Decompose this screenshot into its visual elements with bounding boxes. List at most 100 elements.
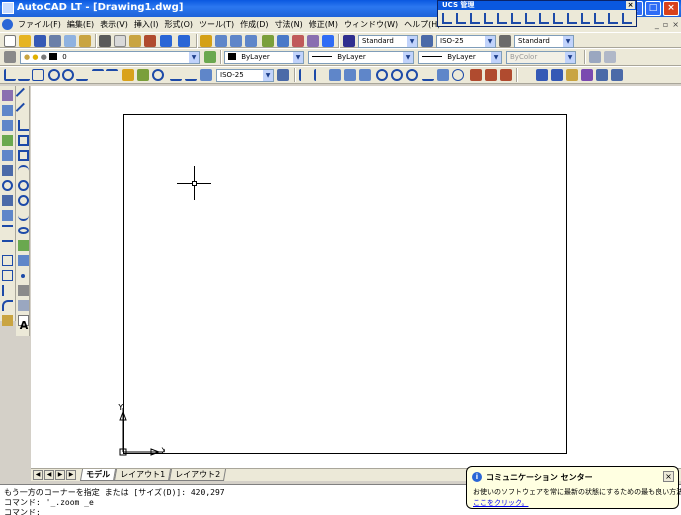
ucs-world-icon[interactable]	[455, 13, 466, 24]
menu-view[interactable]: 表示(V)	[97, 19, 131, 30]
stretch-tool-icon[interactable]	[2, 210, 13, 221]
paste-icon[interactable]	[129, 35, 141, 47]
ucs-origin-icon[interactable]	[525, 13, 536, 24]
xline-icon[interactable]	[344, 69, 356, 81]
save-icon[interactable]	[34, 35, 46, 47]
copy-tool-icon[interactable]	[2, 105, 13, 116]
osnap-settings-icon[interactable]	[500, 69, 512, 81]
doc-close-button[interactable]: ×	[672, 20, 679, 29]
polyline-tool-icon[interactable]	[18, 120, 29, 131]
next-tab-button[interactable]: ▶	[55, 470, 65, 480]
center-mark-icon[interactable]	[152, 69, 164, 81]
viewport-single-icon[interactable]	[604, 51, 616, 63]
ucs-3point-icon[interactable]	[552, 13, 563, 24]
dimension-style-dropdown[interactable]: ISO-25 ▼	[216, 69, 274, 82]
layer-dropdown[interactable]: ● ● ● 0 ▼	[20, 51, 200, 64]
line-tool-icon[interactable]	[15, 87, 32, 104]
break-tool-icon[interactable]	[2, 255, 13, 266]
ucs-previous-icon[interactable]	[469, 13, 480, 24]
spline-tool-icon[interactable]	[18, 210, 29, 221]
close-button[interactable]: ×	[663, 1, 679, 16]
table-style-dropdown[interactable]: Standard ▼	[514, 35, 574, 48]
region-tool-icon[interactable]	[18, 300, 29, 311]
snap-nearest-icon[interactable]	[470, 69, 482, 81]
new-icon[interactable]	[4, 35, 16, 47]
mirror-tool-icon[interactable]	[2, 120, 13, 131]
zoom-window-icon[interactable]	[230, 35, 242, 47]
construction-line-icon[interactable]	[15, 102, 32, 119]
erase-icon[interactable]	[359, 69, 371, 81]
polygon-tool-icon[interactable]	[18, 135, 29, 146]
menu-window[interactable]: ウィンドウ(W)	[341, 19, 401, 30]
linear-dimension-icon[interactable]	[4, 69, 16, 81]
dimension-edit-icon[interactable]	[170, 69, 182, 81]
doc-minimize-button[interactable]: _	[655, 20, 659, 29]
properties-icon[interactable]	[262, 35, 274, 47]
print-icon[interactable]	[49, 35, 61, 47]
offset-tool-icon[interactable]	[2, 135, 13, 146]
text-convert-icon[interactable]	[611, 69, 623, 81]
redo-icon[interactable]	[178, 35, 190, 47]
erase-tool-icon[interactable]	[2, 90, 13, 101]
balloon-link[interactable]: ここをクリック。	[473, 498, 528, 508]
hatch-tool-icon[interactable]	[18, 285, 29, 296]
design-center-icon[interactable]	[277, 35, 289, 47]
document-icon[interactable]	[2, 19, 13, 30]
pan-icon[interactable]	[200, 35, 212, 47]
radius-dimension-icon[interactable]	[48, 69, 60, 81]
arc-length-icon[interactable]	[32, 69, 44, 81]
trim-tool-icon[interactable]	[2, 225, 13, 236]
match-properties-icon[interactable]	[144, 35, 156, 47]
continue-dimension-icon[interactable]	[106, 69, 118, 81]
menu-edit[interactable]: 編集(E)	[64, 19, 97, 30]
balloon-close-button[interactable]: ×	[663, 471, 674, 482]
text-justify-icon[interactable]	[596, 69, 608, 81]
fillet-tool-icon[interactable]	[2, 300, 13, 311]
text-style-dropdown[interactable]: Standard ▼	[358, 35, 418, 48]
ucs-z-rotate-icon[interactable]	[594, 13, 605, 24]
snap-node-icon[interactable]	[452, 69, 464, 81]
modify-toolbar-icon[interactable]	[299, 69, 311, 81]
menu-insert[interactable]: 挿入(I)	[131, 19, 162, 30]
find-text-icon[interactable]	[566, 69, 578, 81]
doc-restore-button[interactable]: ▫	[663, 20, 668, 29]
last-tab-button[interactable]: ▶	[66, 470, 76, 480]
array-tool-icon[interactable]	[2, 150, 13, 161]
tool-palettes-icon[interactable]	[292, 35, 304, 47]
snap-perpendicular-icon[interactable]	[422, 69, 434, 81]
tab-layout2[interactable]: レイアウト2	[169, 469, 227, 481]
open-icon[interactable]	[19, 35, 31, 47]
point-tool-icon[interactable]	[21, 274, 25, 278]
ucs-zaxis-icon[interactable]	[539, 13, 549, 24]
make-block-icon[interactable]	[18, 255, 29, 266]
autocad-app-icon[interactable]	[2, 2, 14, 14]
dim-style-icon[interactable]	[421, 35, 433, 47]
dimension-text-edit-icon[interactable]	[185, 69, 197, 81]
make-current-layer-icon[interactable]	[204, 51, 216, 63]
table-style-icon[interactable]	[499, 35, 511, 47]
extend-tool-icon[interactable]	[2, 240, 13, 251]
text-tool-icon[interactable]	[521, 69, 533, 81]
aligned-dimension-icon[interactable]	[18, 69, 30, 81]
publish-icon[interactable]	[79, 35, 91, 47]
text-edit-icon[interactable]	[536, 69, 548, 81]
preview-icon[interactable]	[64, 35, 76, 47]
ucs-object-icon[interactable]	[497, 13, 508, 24]
snap-quadrant-icon[interactable]	[391, 69, 403, 81]
spell-check-icon[interactable]	[581, 69, 593, 81]
circle-tool-icon[interactable]	[18, 180, 29, 191]
layer-manager-icon[interactable]	[4, 51, 16, 63]
dim-style-dropdown[interactable]: ISO-25 ▼	[436, 35, 496, 48]
drawing-area[interactable]: Y X	[31, 86, 681, 468]
multiline-text-icon[interactable]: A	[18, 320, 30, 331]
ucs-face-icon[interactable]	[483, 13, 494, 24]
command-prompt[interactable]: コマンド:	[4, 507, 41, 515]
text-style-icon[interactable]	[343, 35, 355, 47]
join-tool-icon[interactable]	[2, 270, 13, 281]
ucs-view-icon[interactable]	[511, 13, 522, 24]
menu-dimension[interactable]: 寸法(N)	[272, 19, 306, 30]
explode-tool-icon[interactable]	[2, 315, 13, 326]
menu-modify[interactable]: 修正(M)	[306, 19, 341, 30]
tab-model[interactable]: モデル	[79, 469, 117, 481]
ucs-x-rotate-icon[interactable]	[566, 13, 577, 24]
